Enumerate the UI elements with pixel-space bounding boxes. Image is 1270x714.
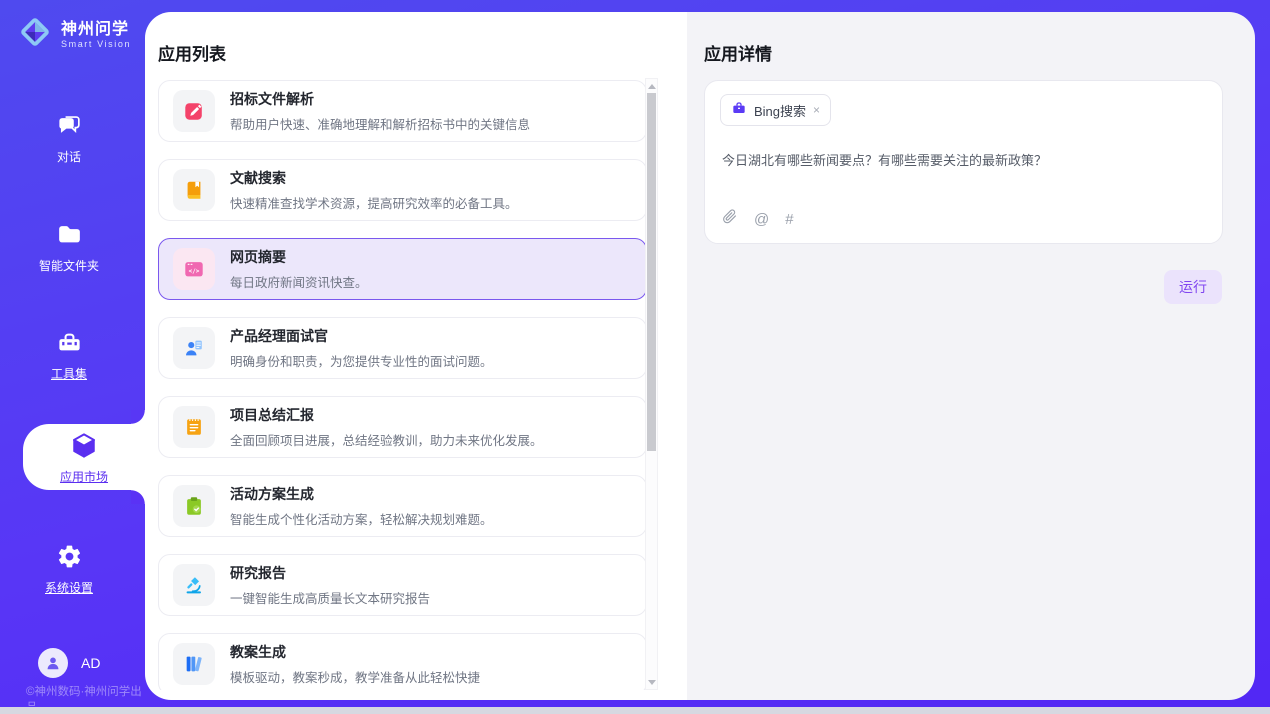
active-tab-curve-top <box>131 410 145 424</box>
app-item-name: 教案生成 <box>230 642 480 662</box>
brand-name: 神州问学 <box>61 21 131 39</box>
sidebar-item-chat[interactable]: 对话 <box>0 112 138 165</box>
app-item-web-summary[interactable]: </> 网页摘要 每日政府新闻资讯快查。 <box>158 238 647 300</box>
app-list-panel: 应用列表 招标文件解析 帮助用户快速、准确地理解和解析招标书中的关键信息 <box>145 12 687 700</box>
sidebar-item-toolset[interactable]: 工具集 <box>0 329 138 382</box>
user-name: AD <box>81 655 100 671</box>
app-list-title: 应用列表 <box>158 40 226 65</box>
app-item-name: 研究报告 <box>230 563 430 583</box>
sidebar-item-app-market[interactable]: 应用市场 <box>23 424 145 490</box>
app-item-bid-parse[interactable]: 招标文件解析 帮助用户快速、准确地理解和解析招标书中的关键信息 <box>158 80 647 142</box>
toolbox-icon <box>56 329 83 361</box>
chat-bubbles-icon <box>56 112 83 144</box>
browser-code-icon: </> <box>173 248 215 290</box>
app-item-desc: 帮助用户快速、准确地理解和解析招标书中的关键信息 <box>230 114 530 133</box>
app-item-name: 项目总结汇报 <box>230 405 543 425</box>
svg-text:</>: </> <box>189 268 200 275</box>
sidebar-item-label: 智能文件夹 <box>0 257 138 274</box>
app-item-research-report[interactable]: 研究报告 一键智能生成高质量长文本研究报告 <box>158 554 647 616</box>
user-account[interactable]: AD <box>38 648 100 678</box>
sidebar-item-label: 对话 <box>0 148 138 165</box>
run-button[interactable]: 运行 <box>1164 270 1222 304</box>
scrollbar-thumb[interactable] <box>647 93 656 451</box>
clipboard-check-icon <box>173 485 215 527</box>
app-item-desc: 明确身份和职责，为您提供专业性的面试问题。 <box>230 351 493 370</box>
books-icon <box>173 643 215 685</box>
app-item-name: 活动方案生成 <box>230 484 493 504</box>
app-window: 神州问学 Smart Vision 对话 智能文件夹 <box>0 0 1270 714</box>
tool-chip-label: Bing搜索 <box>754 101 806 120</box>
book-icon <box>173 169 215 211</box>
prompt-card: Bing搜索 × 今日湖北有哪些新闻要点？有哪些需要关注的最新政策？ @ # <box>704 80 1223 244</box>
tool-chip-bing-search[interactable]: Bing搜索 × <box>720 94 831 126</box>
sidebar-item-label: 工具集 <box>0 365 138 382</box>
app-item-desc: 快速精准查找学术资源，提高研究效率的必备工具。 <box>230 193 518 212</box>
paperclip-icon[interactable] <box>721 208 738 230</box>
interviewer-icon <box>173 327 215 369</box>
list-scrollbar[interactable] <box>645 78 658 690</box>
microscope-icon <box>173 564 215 606</box>
app-list: 招标文件解析 帮助用户快速、准确地理解和解析招标书中的关键信息 文献搜索 快速精… <box>158 80 647 690</box>
app-detail-panel: 应用详情 Bing搜索 × 今日湖北有哪些新闻要点？有哪些需要关注的最新政策？ <box>687 12 1255 700</box>
sidebar-item-label: 系统设置 <box>0 579 138 596</box>
app-detail-title: 应用详情 <box>704 40 772 65</box>
app-item-name: 网页摘要 <box>230 247 368 267</box>
app-item-desc: 一键智能生成高质量长文本研究报告 <box>230 588 430 607</box>
pen-square-icon <box>173 90 215 132</box>
folder-icon <box>56 221 83 253</box>
app-item-name: 招标文件解析 <box>230 89 530 109</box>
scrollbar-up-arrow[interactable] <box>646 80 657 92</box>
mention-icon[interactable]: @ <box>754 211 769 228</box>
sidebar-item-label: 应用市场 <box>60 468 108 485</box>
input-toolbar: @ # <box>721 208 794 230</box>
diamond-logo-icon <box>16 13 54 56</box>
scrollbar-down-arrow[interactable] <box>646 676 657 688</box>
app-item-desc: 智能生成个性化活动方案，轻松解决规划难题。 <box>230 509 493 528</box>
app-item-pm-interviewer[interactable]: 产品经理面试官 明确身份和职责，为您提供专业性的面试问题。 <box>158 317 647 379</box>
app-item-project-summary[interactable]: 项目总结汇报 全面回顾项目进展，总结经验教训，助力未来优化发展。 <box>158 396 647 458</box>
hash-icon[interactable]: # <box>785 211 793 228</box>
sidebar-item-settings[interactable]: 系统设置 <box>0 543 138 596</box>
app-item-literature-search[interactable]: 文献搜索 快速精准查找学术资源，提高研究效率的必备工具。 <box>158 159 647 221</box>
app-item-name: 产品经理面试官 <box>230 326 493 346</box>
notepad-icon <box>173 406 215 448</box>
brand-logo: 神州问学 Smart Vision <box>16 13 131 56</box>
cube-icon <box>69 430 99 465</box>
gear-icon <box>56 543 83 575</box>
app-item-desc: 每日政府新闻资讯快查。 <box>230 272 368 291</box>
app-item-name: 文献搜索 <box>230 168 518 188</box>
chip-close-icon[interactable]: × <box>813 103 820 117</box>
query-input[interactable]: 今日湖北有哪些新闻要点？有哪些需要关注的最新政策？ <box>722 150 1204 169</box>
app-item-desc: 全面回顾项目进展，总结经验教训，助力未来优化发展。 <box>230 430 543 449</box>
sidebar-item-smart-folder[interactable]: 智能文件夹 <box>0 221 138 274</box>
brand-tagline: Smart Vision <box>61 39 131 49</box>
bottom-strip <box>0 707 1270 714</box>
briefcase-icon <box>731 100 747 121</box>
active-tab-curve-bottom <box>131 490 145 504</box>
app-item-event-plan[interactable]: 活动方案生成 智能生成个性化活动方案，轻松解决规划难题。 <box>158 475 647 537</box>
app-item-desc: 模板驱动，教案秒成，教学准备从此轻松快捷 <box>230 667 480 686</box>
app-item-lesson-plan[interactable]: 教案生成 模板驱动，教案秒成，教学准备从此轻松快捷 <box>158 633 647 690</box>
avatar <box>38 648 68 678</box>
sidebar: 神州问学 Smart Vision 对话 智能文件夹 <box>0 0 145 707</box>
